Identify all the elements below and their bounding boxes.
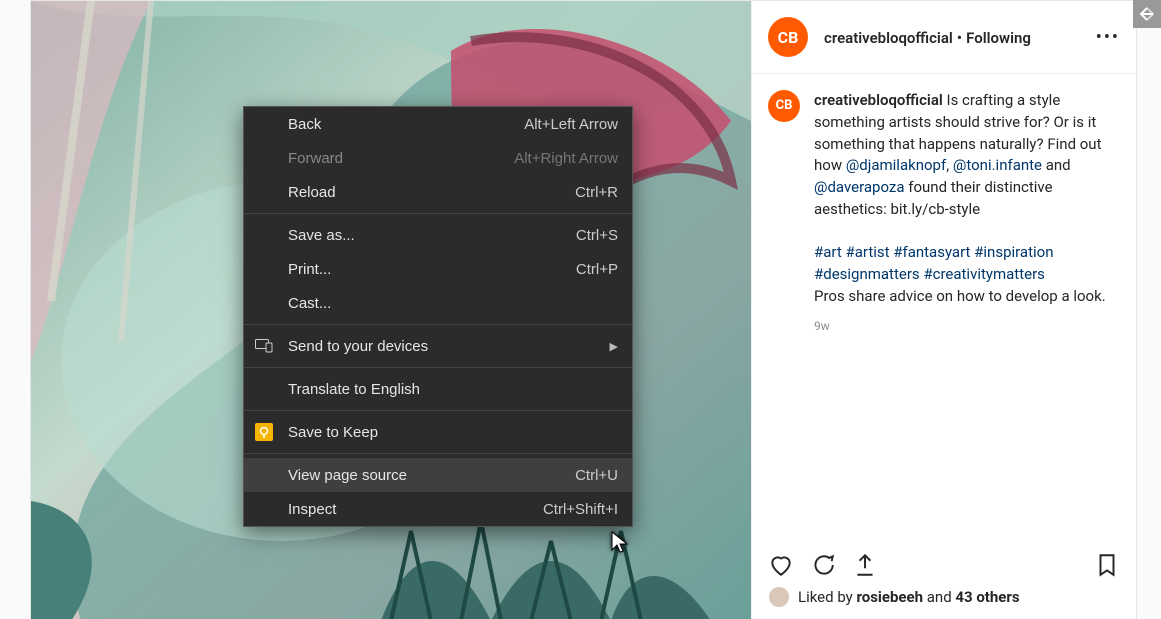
menu-shortcut: Alt+Right Arrow xyxy=(514,150,618,167)
submenu-arrow-icon: ▶ xyxy=(610,340,618,353)
menu-shortcut: Alt+Left Arrow xyxy=(524,116,618,133)
menu-shortcut: Ctrl+P xyxy=(576,261,618,278)
post-sidebar: CB creativebloqofficial • Following ••• … xyxy=(751,1,1136,619)
menu-shortcut: Ctrl+U xyxy=(575,467,618,484)
menu-label: View page source xyxy=(288,467,407,484)
liker-username[interactable]: rosiebeeh xyxy=(856,588,923,606)
timestamp: 9w xyxy=(814,318,1120,335)
menu-item-print[interactable]: Print... Ctrl+P xyxy=(244,252,632,286)
menu-label: Print... xyxy=(288,261,331,278)
menu-shortcut: Ctrl+Shift+I xyxy=(543,501,618,518)
menu-shortcut: Ctrl+R xyxy=(575,184,618,201)
caption-trailing: Pros share advice on how to develop a lo… xyxy=(814,287,1106,305)
menu-label: Forward xyxy=(288,150,343,167)
username[interactable]: creativebloqofficial xyxy=(824,29,953,47)
expand-widget-icon[interactable] xyxy=(1133,0,1161,28)
more-options-button[interactable]: ••• xyxy=(1096,27,1120,48)
menu-label: Inspect xyxy=(288,501,336,518)
mention-link[interactable]: @toni.infante xyxy=(953,156,1042,174)
menu-label: Cast... xyxy=(288,295,331,312)
menu-item-reload[interactable]: Reload Ctrl+R xyxy=(244,175,632,209)
hashtags[interactable]: #art #artist #fantasyart #inspiration #d… xyxy=(814,243,1054,283)
action-bar xyxy=(752,544,1136,586)
mention-link[interactable]: @daverapoza xyxy=(814,178,905,196)
post-header: CB creativebloqofficial • Following ••• xyxy=(752,1,1136,74)
menu-item-cast[interactable]: Cast... xyxy=(244,286,632,320)
menu-item-translate[interactable]: Translate to English xyxy=(244,372,632,406)
menu-item-forward: Forward Alt+Right Arrow xyxy=(244,141,632,175)
share-button[interactable] xyxy=(852,552,878,582)
mention-link[interactable]: @djamilaknopf xyxy=(846,156,946,174)
menu-shortcut: Ctrl+S xyxy=(576,227,618,244)
menu-item-save-as[interactable]: Save as... Ctrl+S xyxy=(244,218,632,252)
menu-label: Send to your devices xyxy=(288,338,428,355)
likes-prefix: Liked by xyxy=(798,588,856,606)
menu-label: Translate to English xyxy=(288,381,420,398)
menu-item-view-source[interactable]: View page source Ctrl+U xyxy=(244,458,632,492)
post-body: CB creativebloqofficial Is crafting a st… xyxy=(752,74,1136,544)
like-button[interactable] xyxy=(768,552,794,582)
username-row: creativebloqofficial • Following xyxy=(824,28,1031,47)
save-button[interactable] xyxy=(1094,552,1120,582)
devices-icon xyxy=(254,336,274,356)
liker-avatar[interactable] xyxy=(768,586,790,608)
menu-item-save-keep[interactable]: Save to Keep xyxy=(244,415,632,449)
avatar[interactable]: CB xyxy=(768,17,808,57)
menu-item-inspect[interactable]: Inspect Ctrl+Shift+I xyxy=(244,492,632,526)
comment-button[interactable] xyxy=(810,552,836,582)
menu-label: Reload xyxy=(288,184,336,201)
avatar[interactable]: CB xyxy=(768,90,800,122)
follow-state[interactable]: Following xyxy=(966,29,1031,47)
caption-username[interactable]: creativebloqofficial xyxy=(814,91,943,109)
keep-icon xyxy=(254,422,274,442)
menu-item-back[interactable]: Back Alt+Left Arrow xyxy=(244,107,632,141)
browser-context-menu: Back Alt+Left Arrow Forward Alt+Right Ar… xyxy=(243,106,633,527)
caption: creativebloqofficial Is crafting a style… xyxy=(814,90,1120,335)
menu-label: Save as... xyxy=(288,227,355,244)
sep: , xyxy=(946,156,953,174)
likes-row[interactable]: Liked by rosiebeeh and 43 others xyxy=(752,586,1136,619)
sep: and xyxy=(1042,156,1071,174)
menu-label: Back xyxy=(288,116,321,133)
separator-dot: • xyxy=(957,28,962,47)
likes-others[interactable]: 43 others xyxy=(955,588,1019,606)
menu-label: Save to Keep xyxy=(288,424,378,441)
likes-and: and xyxy=(923,588,955,606)
menu-item-send-devices[interactable]: Send to your devices ▶ xyxy=(244,329,632,363)
